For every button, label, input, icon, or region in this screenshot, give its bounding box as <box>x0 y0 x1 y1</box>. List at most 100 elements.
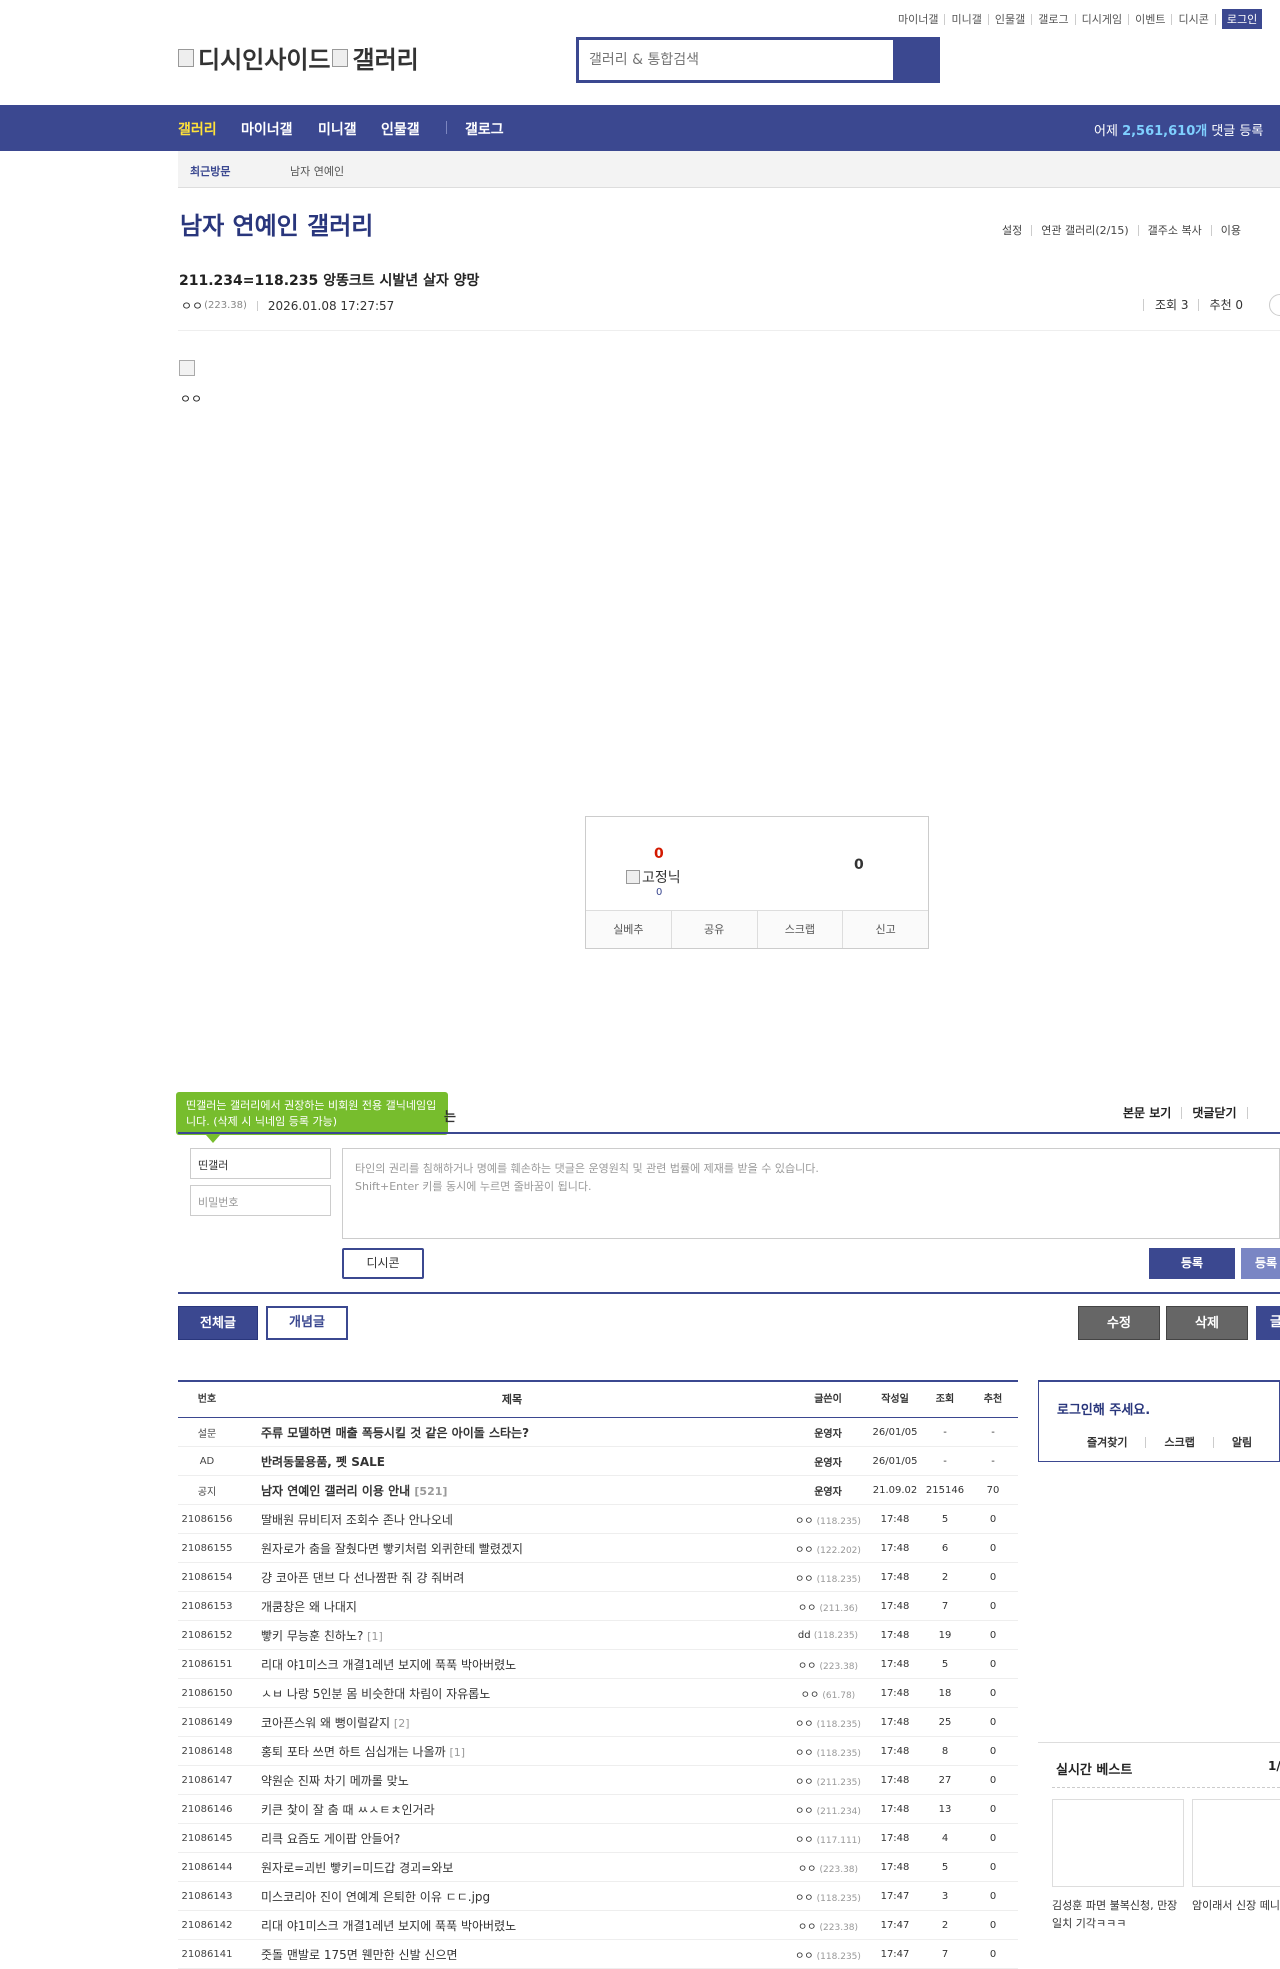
copy-gallery-url-link[interactable]: 갤주소 복사 <box>1139 225 1212 236</box>
table-row[interactable]: 21086148 홍퇴 포타 쓰면 하트 심십개는 나올까 [1] ㅇㅇ (118.… <box>178 1737 1018 1766</box>
row-writer[interactable]: ㅇㅇ (118.235) <box>788 1715 868 1730</box>
util-event[interactable]: 이벤트 <box>1129 13 1173 25</box>
row-title-text[interactable]: 남자 연예인 갤러리 이용 안내 <box>261 1484 410 1498</box>
nav-gallery[interactable]: 갤러리 <box>178 119 217 139</box>
row-title[interactable]: 주류 모델하면 매출 폭등시킬 것 같은 아이돌 스타는? <box>236 1424 788 1441</box>
table-row[interactable]: 21086156 딸배원 뮤비티저 조회수 존나 안나오네 ㅇㅇ (118.235… <box>178 1505 1018 1534</box>
row-title[interactable]: 줏돌 맨발로 175면 웬만한 신발 신으면 <box>236 1946 788 1963</box>
row-writer-name[interactable]: ㅇㅇ <box>798 1661 816 1672</box>
write-button[interactable]: 글 <box>1256 1306 1280 1340</box>
row-title-text[interactable]: 키큰 찿이 잘 춤 때 ㅆㅅㅌㅊ인거라 <box>261 1803 435 1817</box>
row-writer-name[interactable]: dd <box>798 1630 811 1641</box>
row-writer[interactable]: dd (118.235) <box>788 1630 868 1641</box>
view-body-link[interactable]: 본문 보기 <box>1123 1107 1183 1119</box>
row-title[interactable]: 원자로가 춤을 잘췄다면 빻키처럼 외퀴한테 빨렸겠지 <box>236 1540 788 1557</box>
row-title[interactable]: 남자 연예인 갤러리 이용 안내 [521] <box>236 1482 788 1499</box>
close-comments-link[interactable]: 댓글닫기 <box>1182 1107 1248 1119</box>
table-row[interactable]: 21086144 원자로=괴빈 빻키=미드갑 경괴=와보 ㅇㅇ (223.38) 1… <box>178 1853 1018 1882</box>
row-title-text[interactable]: 약원순 진짜 차기 메까롤 맞노 <box>261 1774 409 1788</box>
row-reply-count[interactable]: [1] <box>367 1630 383 1643</box>
row-title-text[interactable]: 걍 코아픈 댄브 다 선나짬판 줘 걍 줘버려 <box>261 1571 464 1585</box>
row-title[interactable]: 걍 코아픈 댄브 다 선나짬판 줘 걍 줘버려 <box>236 1569 788 1586</box>
row-title-text[interactable]: 원자로가 춤을 잘췄다면 빻키처럼 외퀴한테 빨렸겠지 <box>261 1542 523 1556</box>
dccon-button[interactable]: 디시콘 <box>342 1248 424 1279</box>
row-title-text[interactable]: 줏돌 맨발로 175면 웬만한 신발 신으면 <box>261 1948 458 1962</box>
row-writer-name[interactable]: ㅇㅇ <box>798 1864 816 1875</box>
favorites-tab[interactable]: 즐겨찾기 <box>1087 1437 1147 1448</box>
row-title[interactable]: ㅅㅂ 나랑 5인분 몸 비슷한대 차림이 자유롭노 <box>236 1685 788 1702</box>
best-thumb-1[interactable] <box>1052 1799 1184 1887</box>
comment-register-recommend-button[interactable]: 등록 <box>1241 1248 1280 1279</box>
gallery-settings-link[interactable]: 설정 <box>1002 225 1033 236</box>
row-title[interactable]: 리대 야1미스크 개결1레년 보지에 푹푹 박아버렸노 <box>236 1656 788 1673</box>
related-gallery-link[interactable]: 연관 갤러리(2/15) <box>1032 225 1139 236</box>
nav-mini-gallery[interactable]: 미니갤 <box>318 119 357 139</box>
silbechu-button[interactable]: 실베추 <box>586 911 672 948</box>
row-writer-name[interactable]: ㅇㅇ <box>795 1719 813 1730</box>
row-title-text[interactable]: 빻키 무능훈 친하노? <box>261 1629 363 1643</box>
row-title-text[interactable]: 반려동물용품, 펫 SALE <box>261 1455 385 1469</box>
row-writer-name[interactable]: ㅇㅇ <box>795 1748 813 1759</box>
gallery-title[interactable]: 남자 연예인 갤러리 <box>180 206 373 241</box>
row-writer-name[interactable]: ㅇㅇ <box>798 1922 816 1933</box>
util-minor-gallery[interactable]: 마이너갤 <box>892 13 946 25</box>
row-title[interactable]: 코아픈스워 왜 뻥이럴같지 [2] <box>236 1714 788 1731</box>
row-reply-count[interactable]: [2] <box>394 1717 410 1730</box>
table-row[interactable]: 21086149 코아픈스워 왜 뻥이럴같지 [2] ㅇㅇ (118.235) 17:… <box>178 1708 1018 1737</box>
table-row[interactable]: 21086154 걍 코아픈 댄브 다 선나짬판 줘 걍 줘버려 ㅇㅇ (118.… <box>178 1563 1018 1592</box>
concept-posts-button[interactable]: 개념글 <box>266 1306 348 1340</box>
row-writer-name[interactable]: ㅇㅇ <box>795 1545 813 1556</box>
delete-button[interactable]: 삭제 <box>1166 1306 1248 1340</box>
row-title-text[interactable]: 홍퇴 포타 쓰면 하트 심십개는 나올까 <box>261 1745 446 1759</box>
comment-register-button[interactable]: 등록 <box>1149 1248 1235 1279</box>
table-row[interactable]: 21086141 줏돌 맨발로 175면 웬만한 신발 신으면 ㅇㅇ (118.2… <box>178 1940 1018 1969</box>
row-writer[interactable]: ㅇㅇ (61.78) <box>788 1686 868 1701</box>
search-input[interactable] <box>579 40 893 80</box>
recent-visit-label[interactable]: 최근방문 <box>190 163 230 179</box>
nickname-field[interactable]: 띤갤러 <box>190 1148 331 1179</box>
row-reply-count[interactable]: [1] <box>450 1746 466 1759</box>
row-writer[interactable]: ㅇㅇ (118.235) <box>788 1947 868 1962</box>
row-writer[interactable]: ㅇㅇ (117.111) <box>788 1831 868 1846</box>
usage-link[interactable]: 이용 <box>1212 225 1250 236</box>
row-writer-name[interactable]: ㅇㅇ <box>795 1574 813 1585</box>
row-writer[interactable]: 운영자 <box>788 1483 868 1498</box>
nav-minor-gallery[interactable]: 마이너갤 <box>241 119 293 139</box>
comment-textarea[interactable]: 타인의 권리를 침해하거나 명예를 훼손하는 댓글은 운영원칙 및 관련 법률에… <box>342 1148 1280 1239</box>
nav-gallog[interactable]: 갤로그 <box>465 119 504 139</box>
row-writer[interactable]: ㅇㅇ (223.38) <box>788 1657 868 1672</box>
util-dccon[interactable]: 디시콘 <box>1172 13 1216 25</box>
row-title[interactable]: 리대 야1미스크 개결1레년 보지에 푹푹 박아버렸노 <box>236 1917 788 1934</box>
row-writer[interactable]: ㅇㅇ (118.235) <box>788 1889 868 1904</box>
report-button[interactable]: 신고 <box>843 911 928 948</box>
row-writer[interactable]: ㅇㅇ (118.235) <box>788 1744 868 1759</box>
row-writer-name[interactable]: 운영자 <box>814 1429 842 1440</box>
table-row[interactable]: 21086142 리대 야1미스크 개결1레년 보지에 푹푹 박아버렸노 ㅇㅇ (… <box>178 1911 1018 1940</box>
scrap-tab[interactable]: 스크랩 <box>1146 1437 1214 1448</box>
table-row[interactable]: 21086155 원자로가 춤을 잘췄다면 빻키처럼 외퀴한테 빨렸겠지 ㅇㅇ (… <box>178 1534 1018 1563</box>
util-mini-gallery[interactable]: 미니갤 <box>945 13 989 25</box>
row-writer-name[interactable]: ㅇㅇ <box>795 1835 813 1846</box>
row-writer-name[interactable]: ㅇㅇ <box>795 1806 813 1817</box>
row-title[interactable]: 미스코리아 진이 연예계 은퇴한 이유 ㄷㄷ.jpg <box>236 1888 788 1905</box>
util-dcgame[interactable]: 디시게임 <box>1076 13 1130 25</box>
util-person-gallery[interactable]: 인물갤 <box>989 13 1033 25</box>
row-title-text[interactable]: 딸배원 뮤비티저 조회수 존나 안나오네 <box>261 1513 453 1527</box>
util-gallog[interactable]: 갤로그 <box>1032 13 1076 25</box>
row-writer[interactable]: ㅇㅇ (118.235) <box>788 1570 868 1585</box>
login-prompt[interactable]: 로그인해 주세요. <box>1057 1399 1150 1418</box>
table-row[interactable]: AD 반려동물용품, 펫 SALE 운영자 26/01/05 - - <box>178 1447 1018 1476</box>
row-reply-count[interactable]: [521] <box>414 1485 447 1498</box>
row-title-text[interactable]: 코아픈스워 왜 뻥이럴같지 <box>261 1716 390 1730</box>
row-writer[interactable]: 운영자 <box>788 1454 868 1469</box>
search-button[interactable] <box>893 40 937 80</box>
row-title-text[interactable]: 리대 야1미스크 개결1레년 보지에 푹푹 박아버렸노 <box>261 1919 516 1933</box>
best-thumb-2[interactable] <box>1192 1799 1280 1887</box>
row-title[interactable]: 개쿰창은 왜 나대지 <box>236 1598 788 1615</box>
row-title[interactable]: 빻키 무능훈 친하노? [1] <box>236 1627 788 1644</box>
row-writer[interactable]: ㅇㅇ (122.202) <box>788 1541 868 1556</box>
row-writer-name[interactable]: 운영자 <box>814 1487 842 1498</box>
row-title[interactable]: 키큰 찿이 잘 춤 때 ㅆㅅㅌㅊ인거라 <box>236 1801 788 1818</box>
row-title[interactable]: 약원순 진짜 차기 메까롤 맞노 <box>236 1772 788 1789</box>
row-writer-name[interactable]: ㅇㅇ <box>795 1516 813 1527</box>
